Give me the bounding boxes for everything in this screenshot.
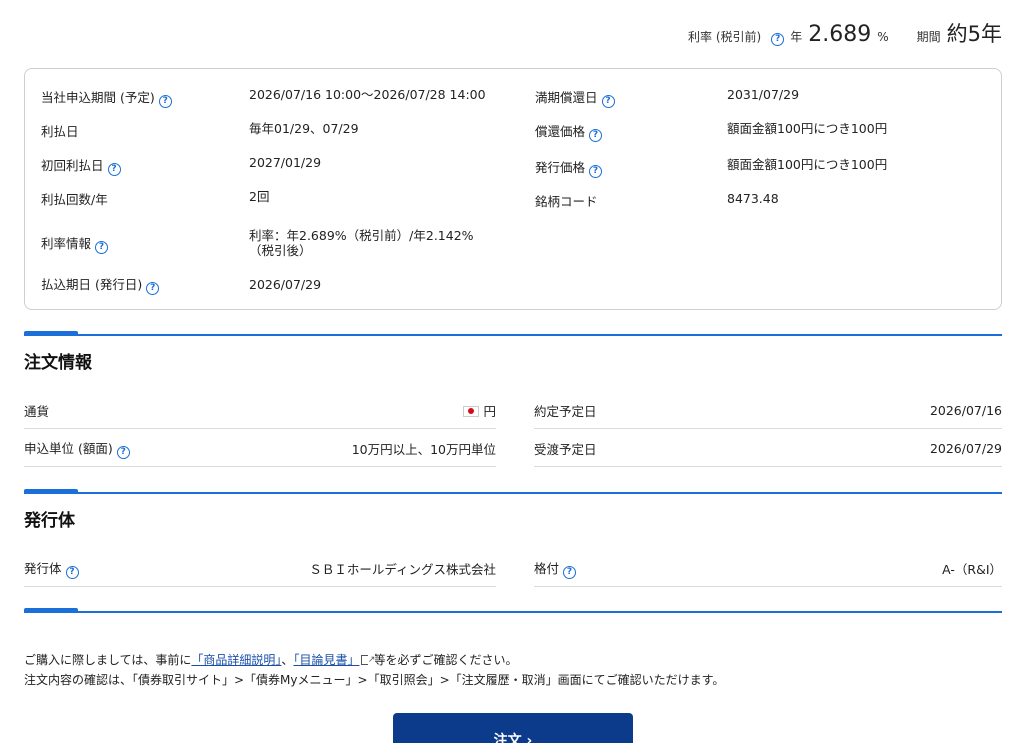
help-icon[interactable]: ? [95, 240, 109, 254]
help-icon[interactable]: ? [116, 445, 130, 459]
issuer-row: 発行体? ＳＢＩホールディングス株式会社 [24, 550, 496, 587]
section-divider [24, 489, 1002, 494]
spec-label: 利率情報 [41, 235, 92, 251]
spec-value: 額面金額100円につき100円 [727, 157, 888, 172]
spec-value: 利率：年2.689%（税引前）/年2.142% [249, 228, 474, 243]
currency-value: 円 [483, 403, 496, 419]
help-icon[interactable]: ? [146, 281, 160, 295]
issuer-title: 発行体 [24, 511, 75, 531]
product-detail-link[interactable]: 「商品詳細説明」 [191, 653, 281, 667]
delivery-date-value: 2026/07/29 [929, 440, 1002, 456]
bond-spec-box: 当社申込期間 (予定)? 2026/07/16 10:00〜2026/07/28… [24, 68, 1002, 310]
spec-label: 償還価格 [535, 124, 586, 139]
spec-value: 8473.48 [727, 191, 779, 206]
help-icon[interactable]: ? [158, 95, 172, 108]
spec-value: 2027/01/29 [249, 155, 322, 170]
spec-label: 銘柄コード [535, 194, 598, 209]
spec-value: 毎年01/29、07/29 [249, 121, 359, 136]
spec-row: 当社申込期間 (予定)? 2026/07/16 10:00〜2026/07/28… [41, 87, 531, 121]
help-icon[interactable]: ? [601, 95, 615, 108]
notes-line-1: ご購入に際しましては、事前に「商品詳細説明」、「目論見書」等を必ずご確認ください… [24, 650, 724, 670]
rate-header: 利率 (税引前) ? 年 2.689 % 期間 約5年 [688, 18, 1002, 48]
unit-row: 申込単位 (額面)? 10万円以上、10万円単位 [24, 430, 496, 467]
spec-row: 銘柄コード 8473.48 [535, 191, 995, 225]
spec-row: 発行価格? 額面金額100円につき100円 [535, 157, 995, 191]
rate-label: 利率 (税引前) [688, 30, 762, 44]
order-info-title: 注文情報 [24, 353, 92, 373]
rating-value: A-（R&I） [942, 561, 1002, 577]
prospectus-link[interactable]: 「目論見書」 [293, 653, 359, 667]
term-value: 約5年 [946, 22, 1002, 46]
contract-date-label: 約定予定日 [534, 403, 597, 419]
spec-value: 額面金額100円につき100円 [727, 121, 888, 136]
issuer-label: 発行体 [24, 560, 62, 576]
rate-year-prefix: 年 [790, 30, 803, 44]
help-icon[interactable]: ? [771, 33, 785, 46]
currency-label: 通貨 [24, 403, 50, 419]
spec-row: 初回利払日? 2027/01/29 [41, 155, 531, 189]
issuer-value: ＳＢＩホールディングス株式会社 [309, 561, 496, 577]
spec-row: 満期償還日? 2031/07/29 [535, 87, 995, 121]
spec-label: 利払回数/年 [41, 192, 108, 207]
spec-value: 2026/07/16 10:00〜2026/07/28 14:00 [249, 87, 486, 102]
spec-label: 当社申込期間 (予定) [41, 90, 155, 105]
rating-row: 格付? A-（R&I） [534, 550, 1002, 587]
japan-flag-icon [463, 405, 480, 417]
spec-label: 満期償還日 [535, 90, 598, 105]
section-divider [24, 331, 1002, 336]
spec-label: 利払日 [41, 124, 79, 139]
spec-value-line2: （税引後） [249, 243, 312, 258]
spec-row: 利率情報? 利率：年2.689%（税引前）/年2.142% （税引後） [41, 219, 531, 267]
help-icon[interactable]: ? [589, 129, 603, 142]
spec-value: 2031/07/29 [727, 87, 800, 102]
spec-label: 初回利払日 [41, 158, 104, 173]
spec-right-column: 満期償還日? 2031/07/29 償還価格? 額面金額100円につき100円 … [535, 87, 995, 225]
spec-left-column: 当社申込期間 (予定)? 2026/07/16 10:00〜2026/07/28… [41, 87, 531, 301]
spec-value: 2026/07/29 [249, 276, 322, 292]
help-icon[interactable]: ? [589, 165, 603, 178]
spec-label: 発行価格 [535, 160, 586, 175]
section-divider [24, 608, 1002, 613]
notes: ご購入に際しましては、事前に「商品詳細説明」、「目論見書」等を必ずご確認ください… [24, 650, 724, 690]
unit-value: 10万円以上、10万円単位 [351, 441, 496, 457]
contract-date-value: 2026/07/16 [929, 402, 1002, 418]
order-button[interactable]: 注文 › [393, 713, 633, 743]
delivery-date-label: 受渡予定日 [534, 441, 597, 457]
spec-value: 2回 [249, 189, 270, 204]
spec-row: 償還価格? 額面金額100円につき100円 [535, 121, 995, 157]
help-icon[interactable]: ? [65, 565, 79, 579]
spec-row: 利払日 毎年01/29、07/29 [41, 121, 531, 155]
unit-label: 申込単位 (額面) [24, 440, 113, 456]
rating-label: 格付 [534, 560, 560, 576]
rate-value: 2.689 [808, 22, 872, 47]
spec-row: 払込期日 (発行日)? 2026/07/29 [41, 267, 531, 301]
currency-row: 通貨 円 [24, 392, 496, 429]
help-icon[interactable]: ? [107, 163, 121, 176]
term-label: 期間 [916, 30, 941, 44]
help-icon[interactable]: ? [563, 565, 577, 579]
delivery-date-row: 受渡予定日 2026/07/29 [534, 430, 1002, 467]
external-link-icon [361, 650, 376, 670]
spec-label: 払込期日 (発行日) [41, 276, 143, 292]
contract-date-row: 約定予定日 2026/07/16 [534, 392, 1002, 429]
spec-row: 利払回数/年 2回 [41, 189, 531, 219]
rate-unit: % [877, 30, 889, 44]
notes-line-2: 注文内容の確認は、「債券取引サイト」>「債券Myメニュー」>「取引照会」>「注文… [24, 673, 725, 687]
